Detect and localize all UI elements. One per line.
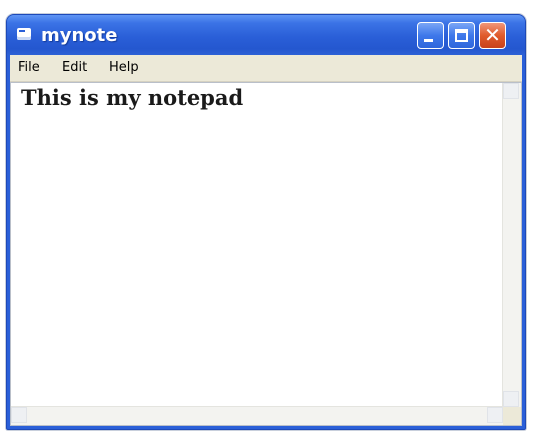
maximize-button[interactable]	[448, 22, 475, 49]
scroll-up-arrow-icon[interactable]	[503, 83, 519, 99]
text-editor[interactable]: This is my notepad	[11, 83, 503, 407]
editor-client-area: This is my notepad	[10, 82, 522, 426]
title-bar[interactable]: mynote ✕	[7, 15, 525, 55]
menu-help[interactable]: Help	[109, 60, 139, 75]
vertical-scrollbar[interactable]	[502, 83, 521, 407]
menu-file[interactable]: File	[18, 60, 40, 75]
resize-grip-icon[interactable]	[503, 407, 521, 425]
editor-text: This is my notepad	[21, 85, 244, 110]
menu-edit[interactable]: Edit	[62, 60, 87, 75]
scroll-down-arrow-icon[interactable]	[503, 391, 519, 407]
notepad-app-icon[interactable]	[17, 28, 31, 40]
maximize-icon	[455, 29, 468, 42]
window-title: mynote	[41, 25, 118, 46]
menu-bar: File Edit Help	[10, 55, 522, 82]
minimize-button[interactable]	[417, 22, 444, 49]
horizontal-scrollbar[interactable]	[11, 406, 503, 425]
app-window: mynote ✕ File Edit Help This is my notep…	[6, 14, 526, 430]
scroll-right-arrow-icon[interactable]	[487, 407, 503, 423]
minimize-icon	[424, 39, 433, 42]
scroll-left-arrow-icon[interactable]	[11, 407, 27, 423]
close-button[interactable]: ✕	[479, 22, 506, 49]
close-icon: ✕	[484, 23, 501, 47]
